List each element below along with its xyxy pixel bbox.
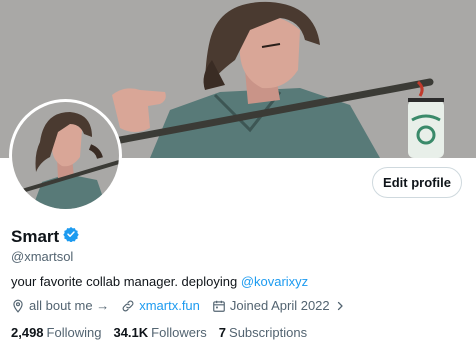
- subscriptions-stat[interactable]: 7 Subscriptions: [219, 325, 307, 340]
- website-item[interactable]: xmartx.fun: [121, 298, 200, 313]
- bio: your favorite collab manager. deploying …: [11, 274, 308, 289]
- stat-value: 34.1K: [113, 325, 149, 340]
- location-item: all bout me →: [11, 298, 109, 313]
- stat-label: Following: [46, 325, 102, 340]
- profile-meta: all bout me → xmartx.fun Joined April 20…: [11, 298, 358, 313]
- joined-item[interactable]: Joined April 2022: [212, 298, 346, 313]
- joined-date: Joined April 2022: [229, 298, 330, 313]
- avatar-image: [12, 102, 119, 209]
- following-stat[interactable]: 2,498 Following: [11, 325, 101, 340]
- bio-text: your favorite collab manager. deploying: [11, 274, 241, 289]
- edit-profile-button[interactable]: Edit profile: [372, 167, 462, 198]
- link-icon: [121, 299, 135, 313]
- name-row: Smart: [11, 226, 79, 247]
- location-text: all bout me →: [29, 298, 110, 313]
- profile-stats: 2,498 Following 34.1K Followers 7 Subscript…: [11, 325, 319, 340]
- stat-label: Followers: [151, 325, 207, 340]
- chevron-right-icon: [334, 300, 346, 312]
- stat-value: 7: [218, 325, 227, 340]
- display-name: Smart: [11, 226, 60, 246]
- stat-value: 2,498: [11, 325, 44, 340]
- stat-label: Subscriptions: [229, 325, 308, 340]
- calendar-icon: [212, 299, 226, 313]
- location-pin-icon: [11, 299, 25, 313]
- user-handle: @xmartsol: [11, 249, 74, 264]
- followers-stat[interactable]: 34.1K Followers: [113, 325, 206, 340]
- profile-avatar[interactable]: [9, 99, 122, 212]
- bio-mention-link[interactable]: @kovarixyz: [241, 274, 308, 289]
- website-link[interactable]: xmartx.fun: [139, 298, 200, 313]
- verified-badge-icon[interactable]: [63, 226, 79, 247]
